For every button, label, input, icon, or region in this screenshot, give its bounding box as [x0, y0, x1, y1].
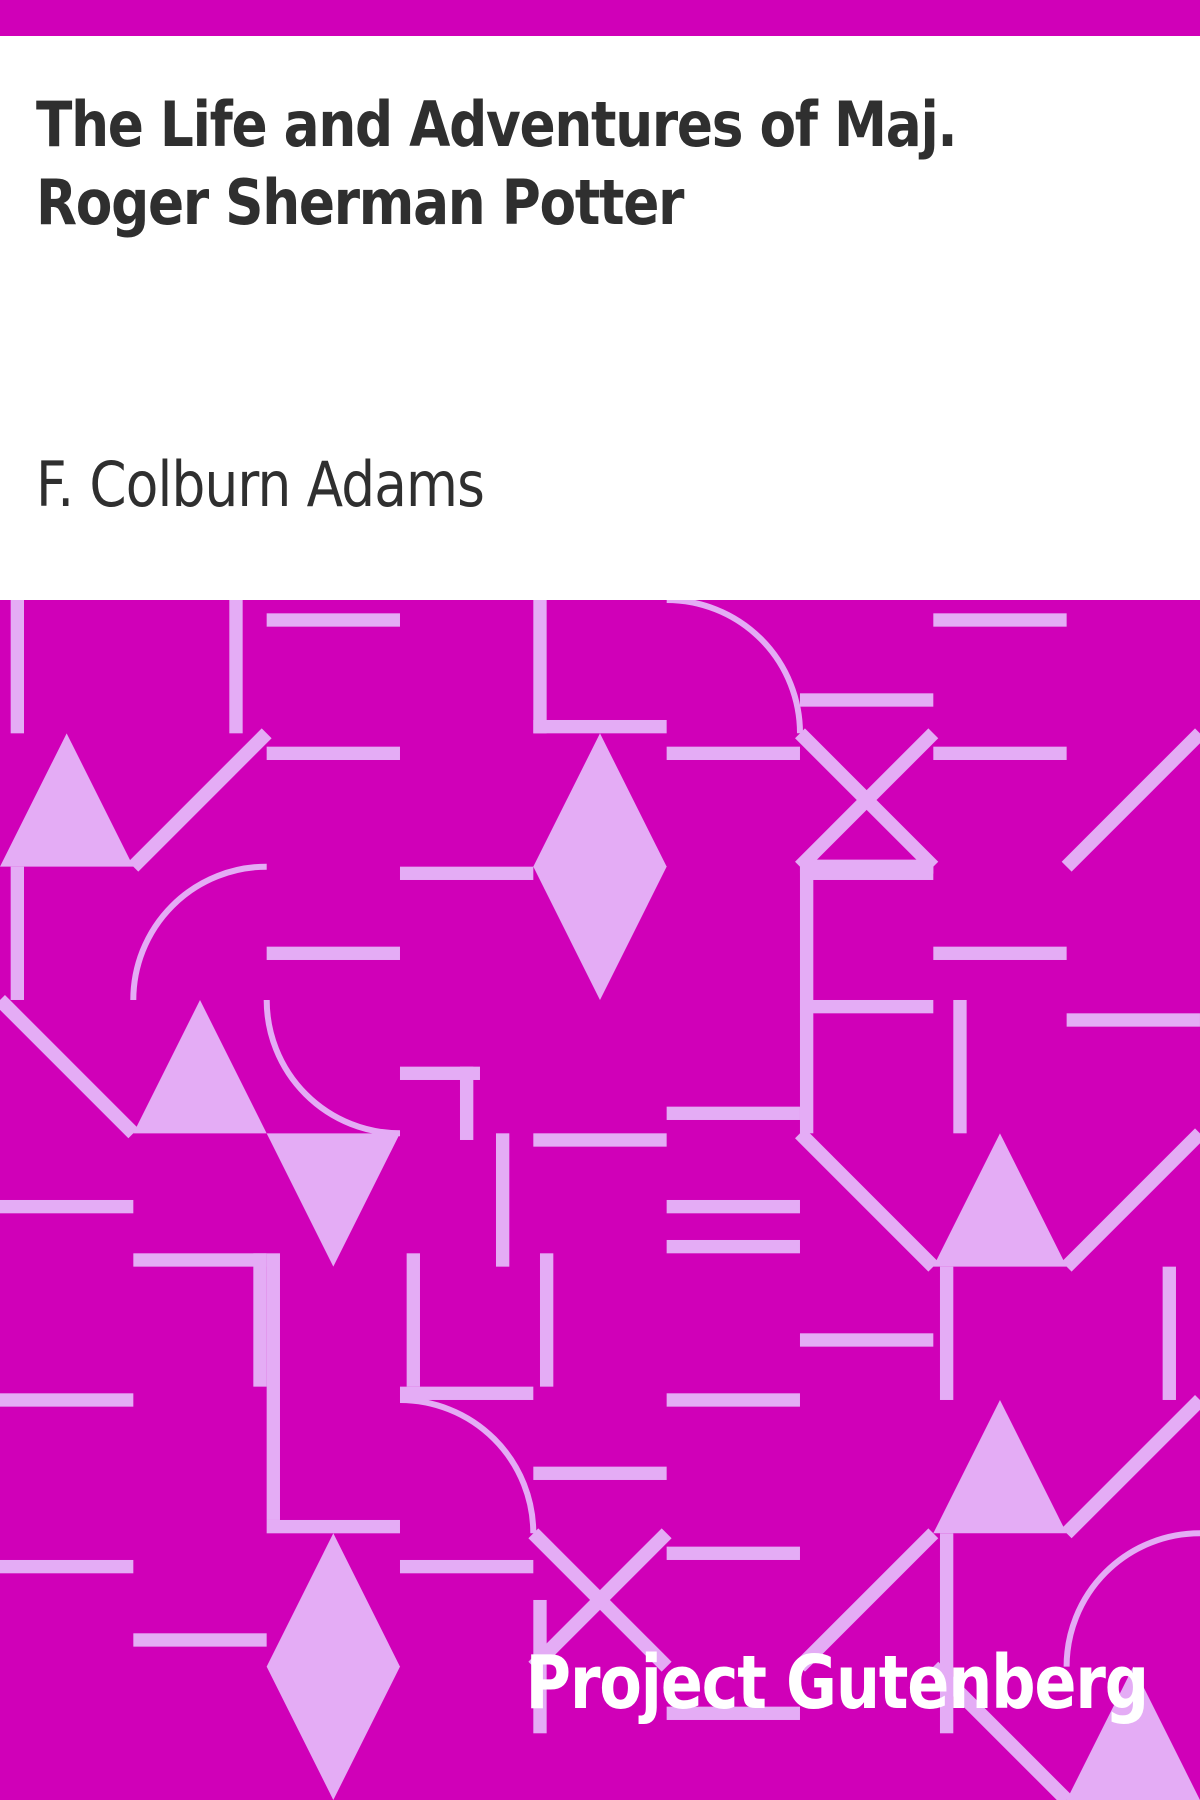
publisher-logo-text: Project Gutenberg	[525, 1640, 1150, 1726]
pattern-bar	[933, 746, 1067, 760]
pattern-bar	[533, 1466, 667, 1480]
pattern-bar	[253, 1253, 267, 1387]
pattern-bar	[266, 746, 400, 760]
pattern-bar	[666, 1199, 800, 1214]
pattern-bar	[10, 866, 24, 1000]
pattern-bar	[666, 1239, 800, 1254]
pattern-bar	[266, 946, 400, 960]
pattern-bar	[666, 746, 800, 760]
pattern-bar	[933, 613, 1067, 627]
pattern-bar	[1162, 1266, 1176, 1400]
pattern-bar	[229, 600, 243, 734]
pattern-bar	[10, 600, 24, 734]
pattern-bar	[495, 1133, 510, 1267]
pattern-bar	[266, 1519, 400, 1534]
pattern-bar	[399, 1386, 534, 1400]
pattern-bar	[939, 1266, 954, 1400]
pattern-bar	[666, 1393, 800, 1407]
top-color-bar	[0, 0, 1200, 36]
pattern-bar	[533, 1133, 667, 1147]
pattern-bar	[459, 1066, 474, 1140]
pattern-bar	[399, 1559, 534, 1574]
pattern-bar	[0, 1559, 134, 1574]
pattern-bar	[533, 600, 547, 734]
pattern-bar	[133, 1633, 267, 1647]
pattern-bar	[0, 1199, 134, 1214]
cover-pattern	[0, 600, 1200, 1800]
pattern-bar	[933, 946, 1067, 960]
pattern-bar	[406, 1253, 420, 1387]
pattern-bar	[533, 719, 667, 734]
pattern-bar	[1066, 1013, 1200, 1027]
book-title: The Life and Adventures of Maj. Roger Sh…	[36, 88, 958, 239]
pattern-bar	[539, 1253, 554, 1387]
pattern-bar	[0, 1393, 134, 1407]
pattern-bar	[399, 866, 534, 880]
pattern-bar	[953, 999, 967, 1134]
geometric-pattern-art	[0, 600, 1200, 1800]
pattern-bar	[133, 1253, 267, 1267]
pattern-bar	[666, 1546, 800, 1560]
pattern-bar	[266, 1253, 280, 1520]
pattern-bar	[799, 693, 934, 707]
book-author: F. Colburn Adams	[36, 448, 485, 521]
pattern-bar	[799, 1333, 934, 1347]
pattern-bar	[266, 613, 400, 627]
pattern-bar	[666, 1106, 800, 1120]
pattern-bar	[799, 999, 934, 1014]
